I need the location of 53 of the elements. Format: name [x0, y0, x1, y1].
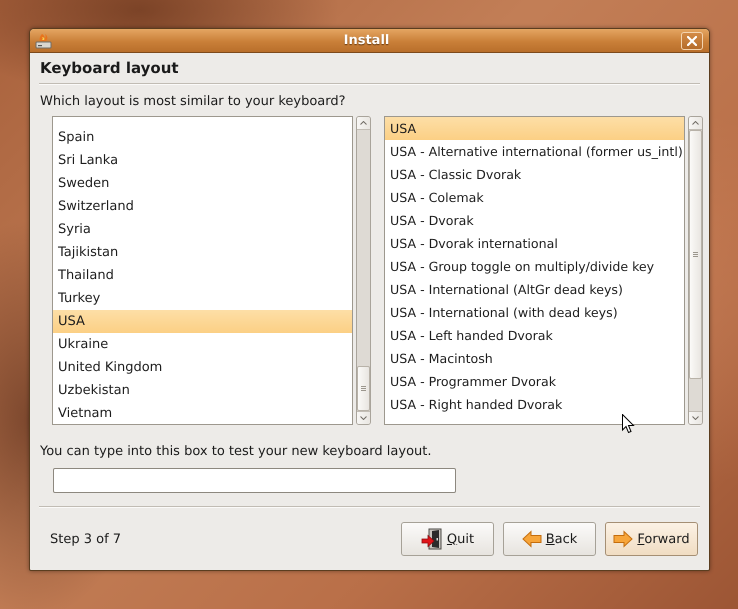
list-item[interactable]: USA - International (with dead keys) — [385, 301, 684, 324]
scrollbar-thumb[interactable] — [357, 366, 370, 411]
quit-button[interactable]: Quit — [401, 522, 494, 556]
close-icon — [687, 36, 697, 46]
scroll-down-button[interactable] — [689, 411, 702, 424]
list-item[interactable]: USA - Colemak — [385, 186, 684, 209]
list-item[interactable]: USA — [53, 310, 352, 333]
door-exit-icon — [420, 528, 443, 550]
page-heading: Keyboard layout — [39, 58, 180, 78]
list-item[interactable]: Ukraine — [53, 333, 352, 356]
list-item[interactable]: USA — [385, 117, 684, 140]
list-item[interactable]: United Kingdom — [53, 356, 352, 379]
list-item[interactable]: Thailand — [53, 264, 352, 287]
list-item[interactable]: USA - International (AltGr dead keys) — [385, 278, 684, 301]
right-arrow-icon — [613, 530, 634, 548]
list-item[interactable]: USA - Dvorak international — [385, 232, 684, 255]
caret-down-icon — [360, 416, 367, 420]
window-title: Install — [342, 33, 390, 48]
list-item[interactable]: Switzerland — [53, 195, 352, 218]
scroll-down-button[interactable] — [357, 411, 370, 424]
list-item[interactable]: USA - Group toggle on multiply/divide key — [385, 255, 684, 278]
left-arrow-icon — [522, 530, 542, 548]
list-item[interactable]: USA - Classic Dvorak — [385, 163, 684, 186]
scroll-up-button[interactable] — [357, 117, 370, 130]
close-button[interactable] — [681, 32, 703, 50]
caret-up-icon — [692, 121, 699, 125]
forward-button[interactable]: Forward — [605, 522, 698, 556]
scrollbar[interactable] — [688, 116, 703, 425]
scrollbar[interactable] — [356, 116, 371, 425]
list-item[interactable]: USA - Left handed Dvorak — [385, 324, 684, 347]
list-item[interactable]: Sweden — [53, 172, 352, 195]
scrollbar-thumb[interactable] — [689, 130, 702, 379]
test-input-field[interactable] — [53, 468, 456, 493]
list-item[interactable]: Turkey — [53, 287, 352, 310]
list-item[interactable]: Vietnam — [53, 402, 352, 424]
disk-icon — [35, 32, 52, 48]
list-item[interactable]: USA - Dvorak — [385, 209, 684, 232]
list-item[interactable]: USA - Programmer Dvorak — [385, 370, 684, 393]
list-item[interactable]: Sri Lanka — [53, 149, 352, 172]
list-item[interactable]: USA - Macintosh — [385, 347, 684, 370]
list-item[interactable]: Tajikistan — [53, 241, 352, 264]
list-item[interactable]: USA - Alternative international (former us_intl) — [385, 140, 684, 163]
scroll-up-button[interactable] — [689, 117, 702, 130]
caret-down-icon — [692, 416, 699, 420]
step-counter: Step 3 of 7 — [50, 532, 122, 546]
list-item[interactable]: Syria — [53, 218, 352, 241]
test-hint: You can type into this box to test your new keyboard layout. — [39, 444, 432, 460]
list-item[interactable]: Uzbekistan — [53, 379, 352, 402]
list-item[interactable]: Spain — [53, 126, 352, 149]
layout-prompt: Which layout is most similar to your keyboard? — [39, 94, 347, 110]
caret-up-icon — [360, 121, 367, 125]
list-item[interactable]: USA - Right handed Dvorak — [385, 393, 684, 416]
back-button[interactable]: Back — [503, 522, 596, 556]
